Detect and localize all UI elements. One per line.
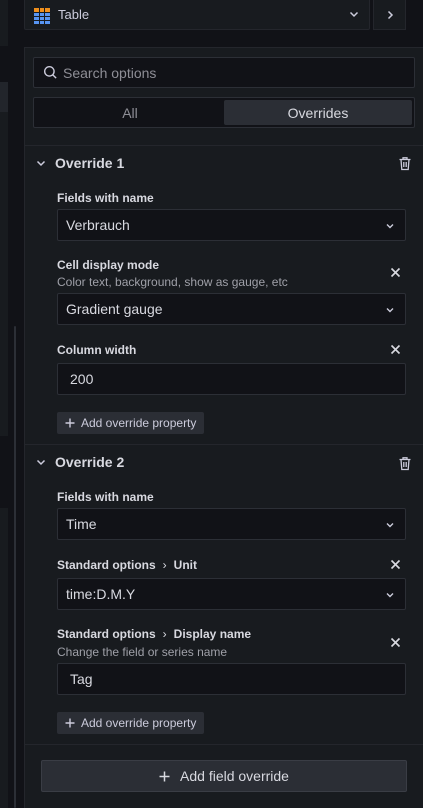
section-divider [25, 444, 423, 445]
add-override-property-button[interactable]: Add override property [57, 412, 205, 434]
column-width-input[interactable]: 200 [57, 363, 406, 395]
left-panel-segment [0, 508, 8, 808]
button-label: Add field override [180, 768, 289, 784]
unit-select[interactable]: time:D.M.Y [57, 578, 406, 610]
tab-overrides[interactable]: Overrides [224, 100, 412, 125]
chevron-down-icon [386, 593, 394, 598]
chevron-down-icon [386, 308, 394, 313]
override-header[interactable]: Override 1 [35, 153, 124, 173]
left-panel-segment [0, 82, 8, 112]
matcher-label: Fields with name [57, 490, 154, 504]
options-pane: All Overrides Override 1 Fields with nam… [24, 47, 423, 808]
chevron-down-icon [386, 523, 394, 528]
property-label: Column width [57, 343, 137, 357]
section-divider [25, 145, 423, 146]
add-field-override-button[interactable]: Add field override [41, 760, 407, 792]
close-icon[interactable] [390, 344, 401, 355]
options-tabs: All Overrides [33, 97, 415, 128]
collapse-pane-button[interactable] [373, 0, 406, 30]
chevron-right-icon [387, 10, 393, 19]
left-panel-segment [0, 0, 8, 46]
plus-icon [65, 718, 75, 728]
cell-display-mode-select[interactable]: Gradient gauge [57, 293, 406, 325]
breadcrumb-separator-icon: › [162, 627, 167, 641]
property-category: Standard options [57, 558, 156, 572]
select-value: Gradient gauge [66, 301, 163, 317]
input-value: Tag [70, 671, 93, 687]
breadcrumb-separator-icon: › [162, 558, 167, 572]
plus-icon [65, 418, 75, 428]
select-value: time:D.M.Y [66, 586, 136, 602]
close-icon[interactable] [390, 559, 401, 570]
visualization-name: Table [58, 7, 90, 22]
button-label: Add override property [81, 416, 197, 430]
left-panel-strip [0, 0, 24, 808]
property-description: Change the field or series name [57, 645, 228, 659]
override-header[interactable]: Override 2 [35, 452, 124, 472]
property-label: Cell display mode [57, 258, 160, 272]
search-icon [43, 65, 57, 79]
visualization-picker[interactable]: Table [24, 0, 370, 30]
fields-with-name-select[interactable]: Verbrauch [57, 209, 406, 241]
search-options-box [33, 57, 415, 88]
property-name: Unit [173, 558, 197, 572]
left-panel-divider [14, 326, 16, 808]
close-icon[interactable] [390, 637, 401, 648]
add-override-property-button[interactable]: Add override property [57, 712, 205, 734]
property-label: Standard options › Display name [57, 627, 251, 641]
chevron-down-icon [36, 459, 46, 466]
chevron-down-icon [349, 11, 359, 18]
trash-icon[interactable] [398, 156, 412, 171]
property-name: Display name [173, 627, 252, 641]
select-value: Verbrauch [66, 217, 130, 233]
override-title: Override 1 [55, 155, 125, 171]
chevron-down-icon [386, 224, 394, 229]
override-title: Override 2 [55, 454, 125, 470]
button-label: Add override property [81, 716, 197, 730]
left-panel-segment [0, 112, 8, 436]
chevron-down-icon [36, 160, 46, 167]
trash-icon[interactable] [398, 456, 412, 471]
property-label: Standard options › Unit [57, 558, 197, 572]
fields-with-name-select[interactable]: Time [57, 508, 406, 540]
section-divider [25, 744, 423, 745]
property-category: Standard options [57, 627, 156, 641]
select-value: Time [66, 516, 97, 532]
plus-icon [159, 771, 170, 781]
property-description: Color text, background, show as gauge, e… [57, 275, 288, 289]
display-name-input[interactable]: Tag [57, 663, 406, 695]
search-input[interactable] [63, 64, 393, 81]
input-value: 200 [70, 371, 94, 387]
close-icon[interactable] [390, 267, 401, 278]
matcher-label: Fields with name [57, 191, 154, 205]
tab-all[interactable]: All [36, 100, 224, 125]
table-icon [34, 7, 50, 24]
